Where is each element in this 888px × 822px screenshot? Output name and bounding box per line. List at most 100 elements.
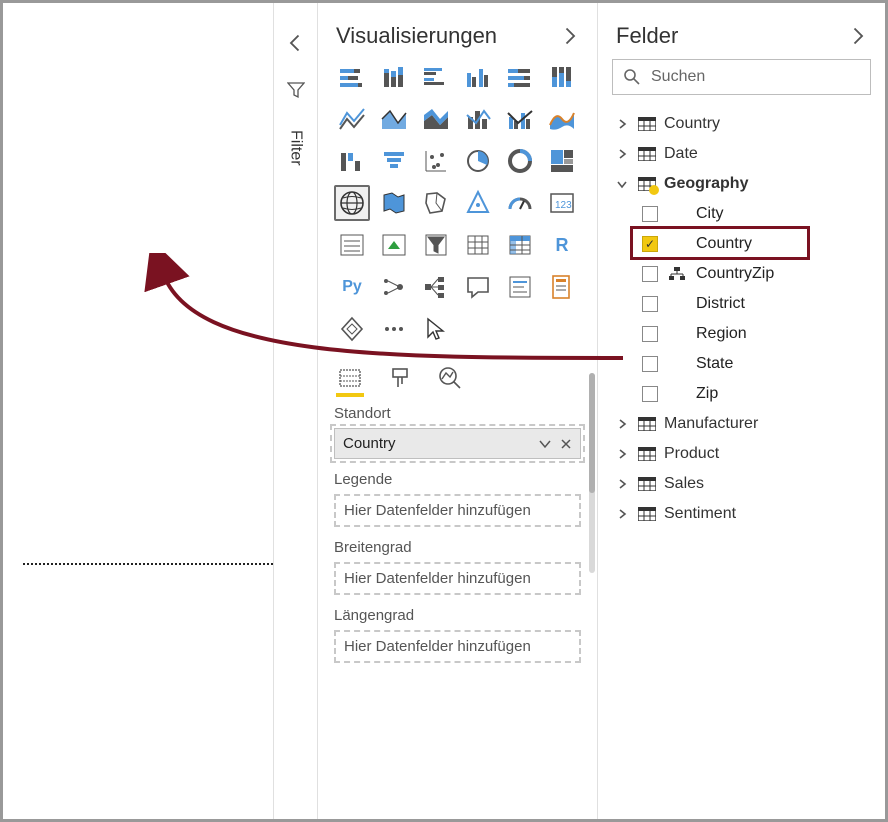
viz-filled-map-icon[interactable] xyxy=(376,185,412,221)
viz-line-clustered-column-icon[interactable] xyxy=(502,101,538,137)
visualization-gallery: 123 R Py xyxy=(318,59,597,357)
viz-scatter-icon[interactable] xyxy=(418,143,454,179)
visualizations-collapse-chevron[interactable] xyxy=(559,26,579,46)
field-checkbox[interactable] xyxy=(642,266,658,282)
fields-search[interactable]: Suchen xyxy=(612,59,871,95)
field-name: Zip xyxy=(696,385,718,403)
field-checkbox[interactable] xyxy=(642,326,658,342)
table-icon xyxy=(638,416,656,432)
viz-clustered-column-icon[interactable] xyxy=(460,59,496,95)
viz-qa-icon[interactable] xyxy=(460,269,496,305)
search-icon xyxy=(623,68,641,86)
table-name: Sentiment xyxy=(664,505,736,523)
viz-waterfall-icon[interactable] xyxy=(334,143,370,179)
field-checkbox[interactable] xyxy=(642,356,658,372)
latitude-drop-area[interactable]: Hier Datenfelder hinzufügen xyxy=(334,562,581,595)
canvas-pane[interactable] xyxy=(3,3,273,819)
hierarchy-icon xyxy=(668,267,686,281)
viz-shape-map-icon[interactable] xyxy=(418,185,454,221)
chevron-right-icon[interactable] xyxy=(614,476,630,492)
viz-pie-icon[interactable] xyxy=(460,143,496,179)
field-checkbox[interactable] xyxy=(642,386,658,402)
viz-arcgis-icon[interactable] xyxy=(334,311,370,347)
latitude-placeholder: Hier Datenfelder hinzufügen xyxy=(344,570,531,587)
viz-card-icon[interactable]: 123 xyxy=(544,185,580,221)
viz-line-icon[interactable] xyxy=(334,101,370,137)
location-field-pill[interactable]: Country xyxy=(334,428,581,459)
analytics-tab[interactable] xyxy=(436,363,464,397)
field-row[interactable]: District xyxy=(612,289,875,319)
field-checkbox[interactable] xyxy=(642,236,658,252)
field-row[interactable]: Region xyxy=(612,319,875,349)
app-frame: Filter Visualisierungen xyxy=(0,0,888,822)
table-row[interactable]: Sentiment xyxy=(612,499,875,529)
chevron-right-icon[interactable] xyxy=(614,506,630,522)
chevron-right-icon[interactable] xyxy=(614,416,630,432)
field-row[interactable]: State xyxy=(612,349,875,379)
table-row[interactable]: Sales xyxy=(612,469,875,499)
viz-table-icon[interactable] xyxy=(460,227,496,263)
longitude-drop-area[interactable]: Hier Datenfelder hinzufügen xyxy=(334,630,581,663)
table-row[interactable]: Geography xyxy=(612,169,875,199)
location-field-value: Country xyxy=(343,435,396,452)
table-name: Product xyxy=(664,445,719,463)
viz-treemap-icon[interactable] xyxy=(544,143,580,179)
remove-field-icon[interactable] xyxy=(560,438,572,450)
table-icon xyxy=(638,176,656,192)
table-row[interactable]: Date xyxy=(612,139,875,169)
viz-gauge-icon[interactable] xyxy=(502,185,538,221)
viz-get-more-icon[interactable] xyxy=(376,311,412,347)
viz-map-icon[interactable] xyxy=(334,185,370,221)
longitude-placeholder: Hier Datenfelder hinzufügen xyxy=(344,638,531,655)
field-name: Country xyxy=(696,235,752,253)
filter-collapse-chevron[interactable] xyxy=(286,33,306,53)
viz-paginated-icon[interactable] xyxy=(544,269,580,305)
canvas-divider xyxy=(23,563,273,565)
viz-kpi-icon[interactable] xyxy=(376,227,412,263)
viz-100-stacked-bar-icon[interactable] xyxy=(502,59,538,95)
viz-python-icon[interactable]: Py xyxy=(334,269,370,305)
viz-decomposition-icon[interactable] xyxy=(418,269,454,305)
field-checkbox[interactable] xyxy=(642,296,658,312)
fields-tab[interactable] xyxy=(336,363,364,397)
legend-drop-area[interactable]: Hier Datenfelder hinzufügen xyxy=(334,494,581,527)
viz-stacked-area-icon[interactable] xyxy=(418,101,454,137)
svg-text:123: 123 xyxy=(555,200,572,211)
table-row[interactable]: Product xyxy=(612,439,875,469)
chevron-right-icon[interactable] xyxy=(614,146,630,162)
viz-slicer-icon[interactable] xyxy=(418,227,454,263)
field-row[interactable]: Zip xyxy=(612,379,875,409)
viz-key-influencers-icon[interactable] xyxy=(376,269,412,305)
field-checkbox[interactable] xyxy=(642,206,658,222)
viz-line-stacked-column-icon[interactable] xyxy=(460,101,496,137)
viz-funnel-icon[interactable] xyxy=(376,143,412,179)
chevron-right-icon[interactable] xyxy=(614,446,630,462)
format-tab[interactable] xyxy=(386,363,414,397)
table-row[interactable]: Manufacturer xyxy=(612,409,875,439)
viz-area-icon[interactable] xyxy=(376,101,412,137)
fields-collapse-chevron[interactable] xyxy=(847,26,867,46)
table-row[interactable]: Country xyxy=(612,109,875,139)
field-row[interactable]: Country xyxy=(612,229,875,259)
field-row[interactable]: CountryZip xyxy=(612,259,875,289)
viz-smart-narrative-icon[interactable] xyxy=(502,269,538,305)
scrollbar-thumb[interactable] xyxy=(589,373,595,493)
well-location: Standort Country xyxy=(318,397,597,463)
chevron-right-icon[interactable] xyxy=(614,116,630,132)
viz-multirow-card-icon[interactable] xyxy=(334,227,370,263)
viz-r-script-icon[interactable]: R xyxy=(544,227,580,263)
visualizations-scrollbar[interactable] xyxy=(589,373,595,573)
viz-ribbon-icon[interactable] xyxy=(544,101,580,137)
viz-stacked-column-icon[interactable] xyxy=(376,59,412,95)
viz-clustered-bar-icon[interactable] xyxy=(418,59,454,95)
viz-100-stacked-column-icon[interactable] xyxy=(544,59,580,95)
viz-donut-icon[interactable] xyxy=(502,143,538,179)
chevron-down-icon[interactable] xyxy=(614,176,630,192)
viz-stacked-bar-icon[interactable] xyxy=(334,59,370,95)
viz-matrix-icon[interactable] xyxy=(502,227,538,263)
field-row[interactable]: City xyxy=(612,199,875,229)
visualizations-header: Visualisierungen xyxy=(318,3,597,59)
viz-azure-map-icon[interactable] xyxy=(460,185,496,221)
chevron-down-icon[interactable] xyxy=(538,437,552,451)
filter-pane-label[interactable]: Filter xyxy=(287,130,305,166)
